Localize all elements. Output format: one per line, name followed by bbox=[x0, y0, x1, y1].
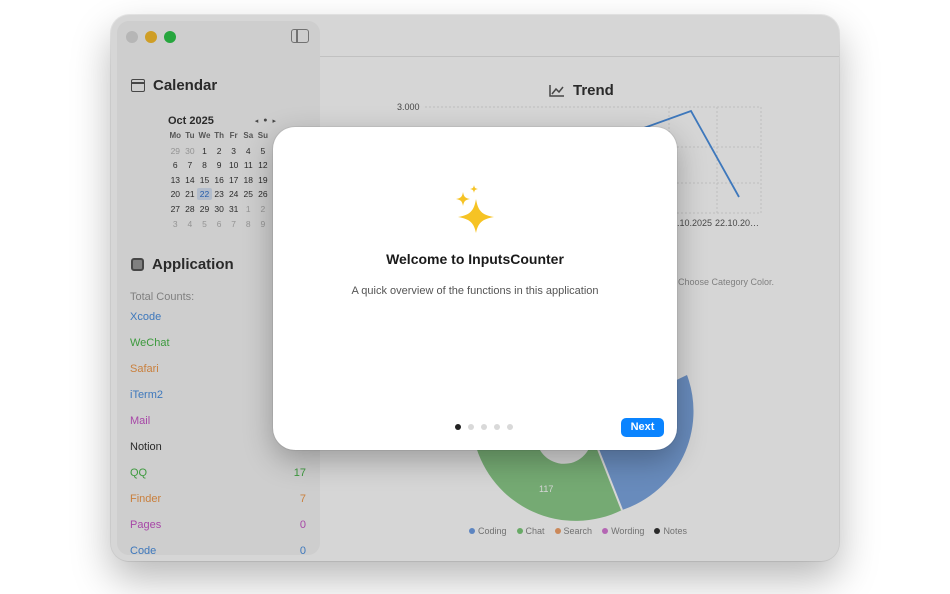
page-dot[interactable] bbox=[481, 424, 487, 430]
page-dot[interactable] bbox=[507, 424, 513, 430]
dialog-title: Welcome to InputsCounter bbox=[386, 251, 564, 267]
sparkles-icon bbox=[456, 185, 494, 233]
next-button[interactable]: Next bbox=[621, 418, 664, 437]
dialog-subtitle: A quick overview of the functions in thi… bbox=[351, 285, 599, 297]
page-indicator bbox=[455, 424, 513, 430]
welcome-dialog: Welcome to InputsCounter A quick overvie… bbox=[273, 127, 677, 450]
page-dot[interactable] bbox=[494, 424, 500, 430]
page-dot[interactable] bbox=[455, 424, 461, 430]
page-dot[interactable] bbox=[468, 424, 474, 430]
